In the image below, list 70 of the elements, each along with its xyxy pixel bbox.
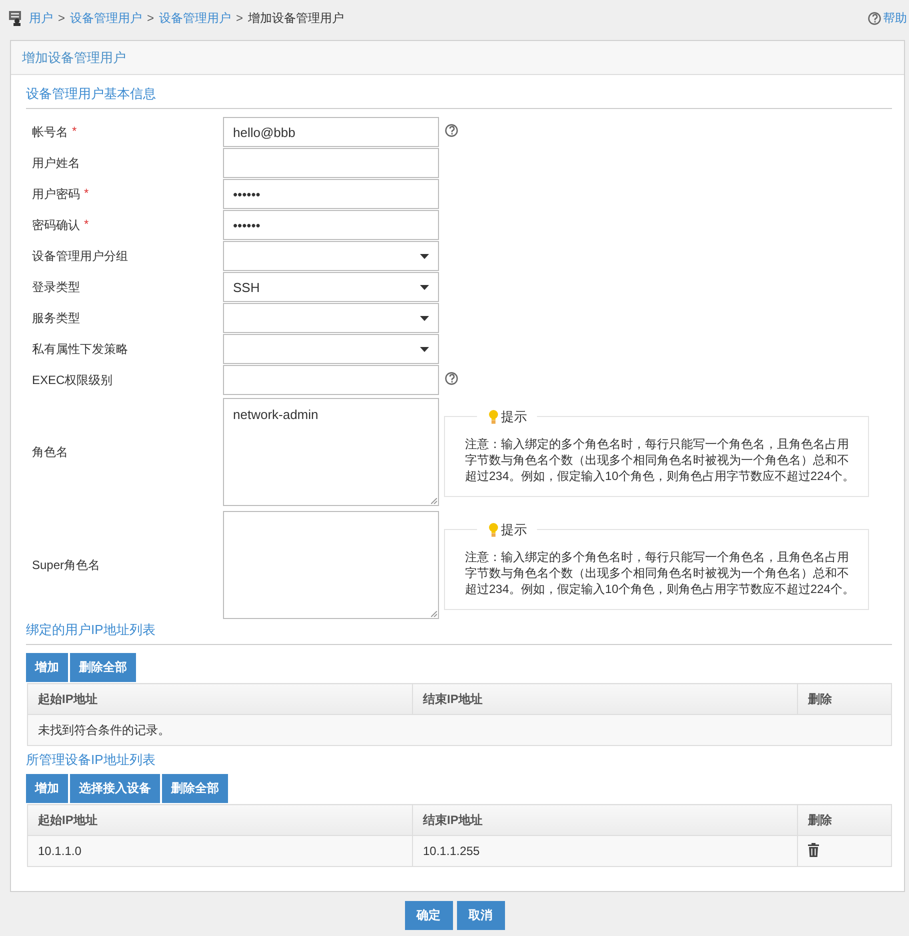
resize-grip-icon[interactable] — [431, 498, 437, 504]
required-mark: * — [84, 186, 89, 202]
text-area[interactable]: network-admin — [223, 398, 439, 506]
caret-icon — [420, 316, 429, 320]
dropdown[interactable] — [223, 303, 439, 333]
caret-icon — [420, 254, 429, 258]
footer-button[interactable]: 确定 — [404, 901, 452, 930]
help-icon[interactable] — [445, 372, 458, 385]
action-button[interactable]: 增加 — [26, 774, 68, 803]
column-header: 结束IP地址 — [412, 684, 798, 714]
field-label: 密码确认 — [32, 216, 80, 234]
hint-text: 注意：输入绑定的多个角色名时，每行只能写一个角色名，且角色名占用字节数与角色名个数（出现多个相同角色名时被视为一个角色名）总和不超过234。例如，假定输入10个角色，则角色占用字节数应不超过224个。 — [465, 548, 856, 596]
trash-icon[interactable] — [808, 842, 819, 856]
help-icon[interactable] — [868, 12, 881, 24]
action-button[interactable]: 选择接入设备 — [70, 774, 160, 803]
field-label: 帐号名 — [32, 124, 68, 140]
table-cell: 10.1.1.0 — [28, 836, 412, 866]
column-header: 起始IP地址 — [28, 804, 412, 836]
section-title: 设备管理用户基本信息 — [26, 86, 156, 101]
field-label: 私有属性下发策略 — [32, 340, 128, 358]
footer-button[interactable]: 取消 — [456, 901, 504, 930]
hint-title: 提示 — [501, 520, 527, 538]
resize-grip-icon[interactable] — [431, 611, 437, 617]
field-label: EXEC权限级别 — [32, 372, 113, 388]
breadcrumb-separator: > — [147, 11, 154, 25]
breadcrumb-link[interactable]: 设备管理用户 — [159, 10, 232, 26]
hint-text: 注意：输入绑定的多个角色名时，每行只能写一个角色名，且角色名占用字节数与角色名个数（出现多个相同角色名时被视为一个角色名）总和不超过234。例如，假定输入10个角色，则角色占用字节数应不超过224个。 — [465, 436, 856, 484]
hint-title: 提示 — [501, 408, 527, 426]
section-title: 绑定的用户IP地址列表 — [26, 621, 892, 645]
field-label: 设备管理用户分组 — [32, 248, 128, 264]
empty-message: 未找到符合条件的记录。 — [28, 714, 892, 746]
field-label: 登录类型 — [32, 278, 80, 296]
required-mark: * — [84, 216, 89, 232]
text-area[interactable] — [223, 511, 439, 619]
column-header: 结束IP地址 — [412, 804, 798, 836]
field-label: 角色名 — [32, 444, 68, 460]
field-label: 用户密码 — [32, 186, 80, 202]
password-field[interactable]: •••••• — [223, 179, 439, 209]
field-label: 用户姓名 — [32, 154, 80, 172]
breadcrumb-current: 增加设备管理用户 — [248, 10, 344, 26]
table-cell: 10.1.1.255 — [412, 836, 798, 866]
column-header: 删除 — [798, 804, 892, 836]
field-label: Super角色名 — [32, 556, 100, 574]
dropdown[interactable]: SSH — [223, 272, 439, 302]
caret-icon — [420, 346, 429, 352]
lightbulb-icon — [489, 410, 498, 424]
dropdown[interactable] — [223, 334, 439, 364]
caret-icon — [420, 284, 429, 290]
password-field[interactable]: •••••• — [223, 210, 439, 240]
section-title: 所管理设备IP地址列表 — [26, 751, 156, 769]
breadcrumb-link[interactable]: 用户 — [29, 10, 53, 26]
field-label: 服务类型 — [32, 310, 80, 326]
breadcrumb-separator: > — [58, 11, 66, 25]
dropdown[interactable] — [223, 241, 439, 271]
help-link[interactable]: 帮助 — [883, 10, 907, 26]
help-icon[interactable] — [445, 124, 458, 137]
action-button[interactable]: 删除全部 — [162, 774, 228, 803]
user-card-icon — [8, 10, 24, 26]
input-field[interactable]: hello@bbb — [223, 117, 439, 147]
required-mark: * — [72, 124, 77, 140]
panel-title: 增加设备管理用户 — [22, 48, 126, 66]
action-button[interactable]: 增加 — [26, 653, 68, 682]
breadcrumb-link[interactable]: 设备管理用户 — [70, 10, 142, 26]
column-header: 起始IP地址 — [28, 684, 412, 714]
input-field[interactable] — [223, 365, 439, 395]
input-field[interactable] — [223, 148, 439, 178]
lightbulb-icon — [489, 522, 498, 536]
column-header: 删除 — [798, 684, 892, 714]
breadcrumb-separator: > — [236, 11, 244, 25]
action-button[interactable]: 删除全部 — [70, 653, 136, 682]
